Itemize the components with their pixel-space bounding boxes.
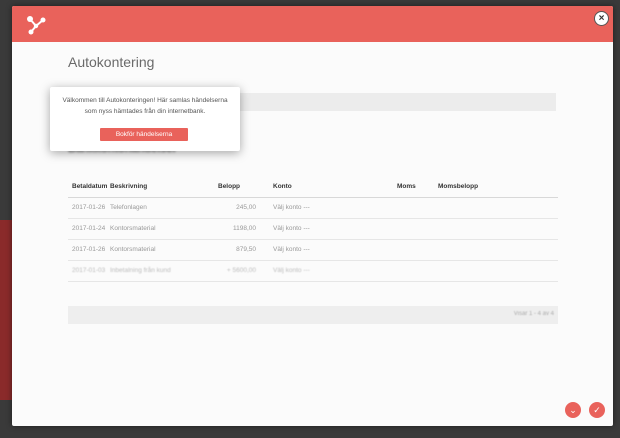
column-header[interactable]: Moms [397,183,416,190]
close-icon[interactable]: × [594,11,609,26]
account-select[interactable]: Välj konto --- [273,204,310,211]
table-row[interactable]: 2017-01-03 Inbetalning från kund + 5600,… [68,261,558,282]
amount-cell: 1198,00 [232,225,256,232]
check-icon[interactable]: ✓ [589,402,605,418]
pagination-text: Visar 1 - 4 av 4 [513,311,554,317]
background-panel [0,220,12,400]
account-select[interactable]: Välj konto --- [273,225,310,232]
chevron-down-icon[interactable]: ⌄ [565,402,581,418]
book-events-button[interactable]: Bokför händelserna [100,128,188,141]
transactions-table: Betaldatum Beskrivning Belopp Konto Moms… [68,179,558,282]
network-logo-icon [27,16,46,35]
column-header[interactable]: Momsbelopp [438,183,478,190]
tooltip-line: som nyss hämtades från din internetbank. [84,108,206,115]
tooltip-line: Välkommen till Autokonteringen! Här saml… [62,97,228,104]
pagination-bar: Visar 1 - 4 av 4 [68,306,558,324]
date-cell: 2017-01-24 [72,225,106,232]
amount-cell: 879,50 [236,246,256,253]
column-header[interactable]: Konto [273,183,292,190]
amount-cell: + 5600,00 [226,267,256,274]
modal-title: Autokontering [68,54,155,70]
description-cell: Inbetalning från kund [110,267,171,274]
date-cell: 2017-01-26 [72,246,106,253]
account-select[interactable]: Välj konto --- [273,246,310,253]
table-row[interactable]: 2017-01-26 Kontorsmaterial 879,50 Välj k… [68,240,558,261]
column-header[interactable]: Belopp [218,183,266,190]
table-header: Betaldatum Beskrivning Belopp Konto Moms… [68,179,558,198]
column-header[interactable]: Betaldatum [72,183,107,190]
modal-header: × [12,6,613,42]
table-row[interactable]: 2017-01-26 Telefonlagen 245,00 Välj kont… [68,198,558,219]
tooltip-text: Välkommen till Autokonteringen! Här saml… [56,95,234,117]
date-cell: 2017-01-03 [72,267,106,274]
date-cell: 2017-01-26 [72,204,106,211]
table-row[interactable]: 2017-01-24 Kontorsmaterial 1198,00 Välj … [68,219,558,240]
autokontering-modal: × Autokontering Bankkontohändelser Betal… [12,6,613,426]
amount-cell: 245,00 [236,204,256,211]
account-select[interactable]: Välj konto --- [273,267,310,274]
column-header[interactable]: Beskrivning [110,183,147,190]
description-cell: Telefonlagen [110,204,147,211]
description-cell: Kontorsmaterial [110,225,156,232]
welcome-tooltip: Välkommen till Autokonteringen! Här saml… [50,87,240,151]
description-cell: Kontorsmaterial [110,246,156,253]
